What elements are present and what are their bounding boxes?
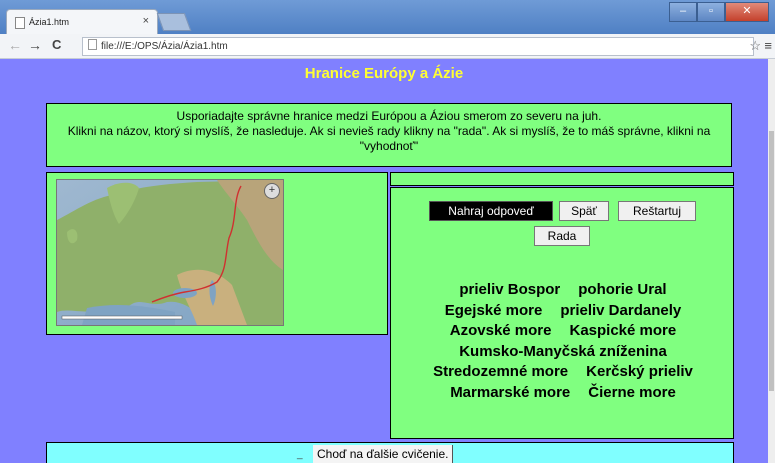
file-icon bbox=[88, 39, 97, 50]
reload-icon[interactable]: C bbox=[52, 37, 61, 52]
page-body: Hranice Európy a Ázie Usporiadajte správ… bbox=[0, 59, 768, 463]
load-answer-button[interactable]: Nahraj odpoveď bbox=[429, 201, 553, 221]
bookmark-star-icon[interactable]: ☆ bbox=[749, 38, 761, 54]
minimize-button[interactable]: – bbox=[669, 2, 697, 22]
back-button[interactable]: Späť bbox=[559, 201, 609, 221]
option-item[interactable]: Stredozemné more bbox=[433, 362, 568, 383]
forward-arrow-icon[interactable]: → bbox=[28, 37, 42, 53]
next-exercise-bar: _ Choď na ďalšie cvičenie. bbox=[46, 442, 734, 463]
tab-title: Ázia1.htm bbox=[29, 17, 70, 27]
instructions-box: Usporiadajte správne hranice medzi Európ… bbox=[46, 103, 732, 167]
option-item[interactable]: Kerčský prieliv bbox=[586, 362, 693, 383]
address-bar[interactable]: file:///E:/OPS/Ázia/Ázia1.htm bbox=[82, 37, 754, 56]
options-row: prieliv Bospor pohorie Ural bbox=[391, 280, 735, 301]
new-tab-button[interactable] bbox=[156, 13, 192, 31]
back-arrow-icon[interactable]: ← bbox=[8, 37, 22, 53]
option-item[interactable]: prieliv Bospor bbox=[459, 280, 560, 301]
options-row: Egejské more prieliv Dardanely bbox=[391, 301, 735, 322]
option-item[interactable]: Azovské more bbox=[450, 321, 552, 342]
option-item[interactable]: prieliv Dardanely bbox=[560, 301, 681, 322]
maximize-button[interactable]: ▫ bbox=[697, 2, 725, 22]
vertical-scrollbar[interactable] bbox=[768, 59, 775, 463]
instruction-line-1: Usporiadajte správne hranice medzi Európ… bbox=[176, 109, 602, 123]
option-item[interactable]: Kaspické more bbox=[569, 321, 676, 342]
underscore-mark: _ bbox=[297, 449, 303, 460]
options-list: prieliv Bospor pohorie Ural Egejské more p… bbox=[391, 280, 735, 403]
options-row: Stredozemné more Kerčský prieliv bbox=[391, 362, 735, 383]
map-graphic bbox=[57, 180, 283, 325]
browser-tab[interactable]: Ázia1.htm × bbox=[6, 9, 158, 35]
browser-toolbar: ← → C file:///E:/OPS/Ázia/Ázia1.htm ☆ ≡ bbox=[0, 34, 775, 59]
header-strip bbox=[390, 172, 734, 186]
map-panel: + bbox=[46, 172, 388, 335]
instruction-line-2: Klikni na názov, ktorý si myslíš, že nas… bbox=[67, 124, 711, 153]
page-icon bbox=[15, 17, 25, 29]
control-panel: Nahraj odpoveď Späť Reštartuj Rada priel… bbox=[390, 187, 734, 439]
close-tab-icon[interactable]: × bbox=[143, 15, 149, 27]
option-item[interactable]: Kumsko-Manyčská zníženina bbox=[459, 342, 667, 363]
hint-button[interactable]: Rada bbox=[534, 226, 590, 246]
europe-map-image: + bbox=[56, 179, 284, 326]
window-controls: – ▫ ✕ bbox=[669, 2, 769, 22]
next-exercise-button[interactable]: Choď na ďalšie cvičenie. bbox=[313, 445, 454, 463]
options-row: Kumsko-Manyčská zníženina bbox=[391, 342, 735, 363]
option-item[interactable]: Egejské more bbox=[445, 301, 543, 322]
restart-button[interactable]: Reštartuj bbox=[618, 201, 696, 221]
zoom-icon[interactable]: + bbox=[264, 183, 280, 199]
option-item[interactable]: pohorie Ural bbox=[578, 280, 666, 301]
option-item[interactable]: Marmarské more bbox=[450, 383, 570, 404]
url-text: file:///E:/OPS/Ázia/Ázia1.htm bbox=[101, 41, 228, 52]
menu-icon[interactable]: ≡ bbox=[764, 38, 772, 53]
options-row: Azovské more Kaspické more bbox=[391, 321, 735, 342]
options-row: Marmarské more Čierne more bbox=[391, 383, 735, 404]
close-window-button[interactable]: ✕ bbox=[725, 2, 769, 22]
scrollbar-thumb[interactable] bbox=[769, 131, 774, 391]
option-item[interactable]: Čierne more bbox=[588, 383, 676, 404]
window-titlebar: Ázia1.htm × – ▫ ✕ bbox=[0, 0, 775, 35]
page-title: Hranice Európy a Ázie bbox=[304, 65, 464, 82]
